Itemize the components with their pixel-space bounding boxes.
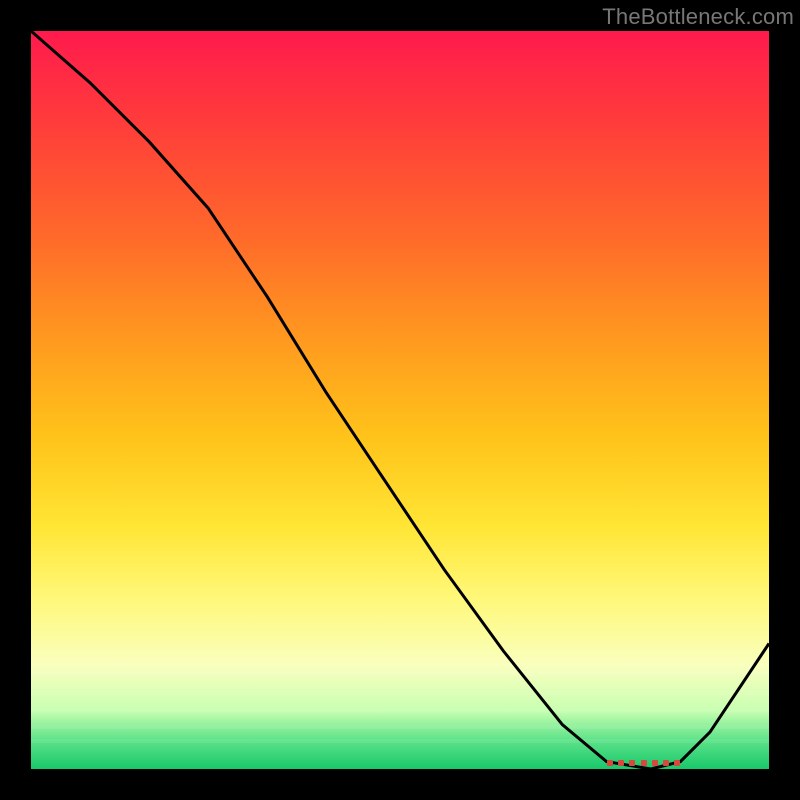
curve-path — [31, 31, 769, 769]
highlight-dash — [674, 760, 680, 766]
line-chart-curve — [31, 31, 769, 769]
watermark-text: TheBottleneck.com — [602, 4, 794, 30]
chart-frame — [31, 31, 769, 769]
highlight-band — [607, 759, 681, 767]
highlight-dash — [607, 760, 613, 766]
plot-area — [31, 31, 769, 769]
highlight-dash — [618, 760, 624, 766]
highlight-dash — [652, 760, 658, 766]
highlight-dash — [629, 760, 635, 766]
highlight-dash — [641, 760, 647, 766]
highlight-dash — [663, 760, 669, 766]
